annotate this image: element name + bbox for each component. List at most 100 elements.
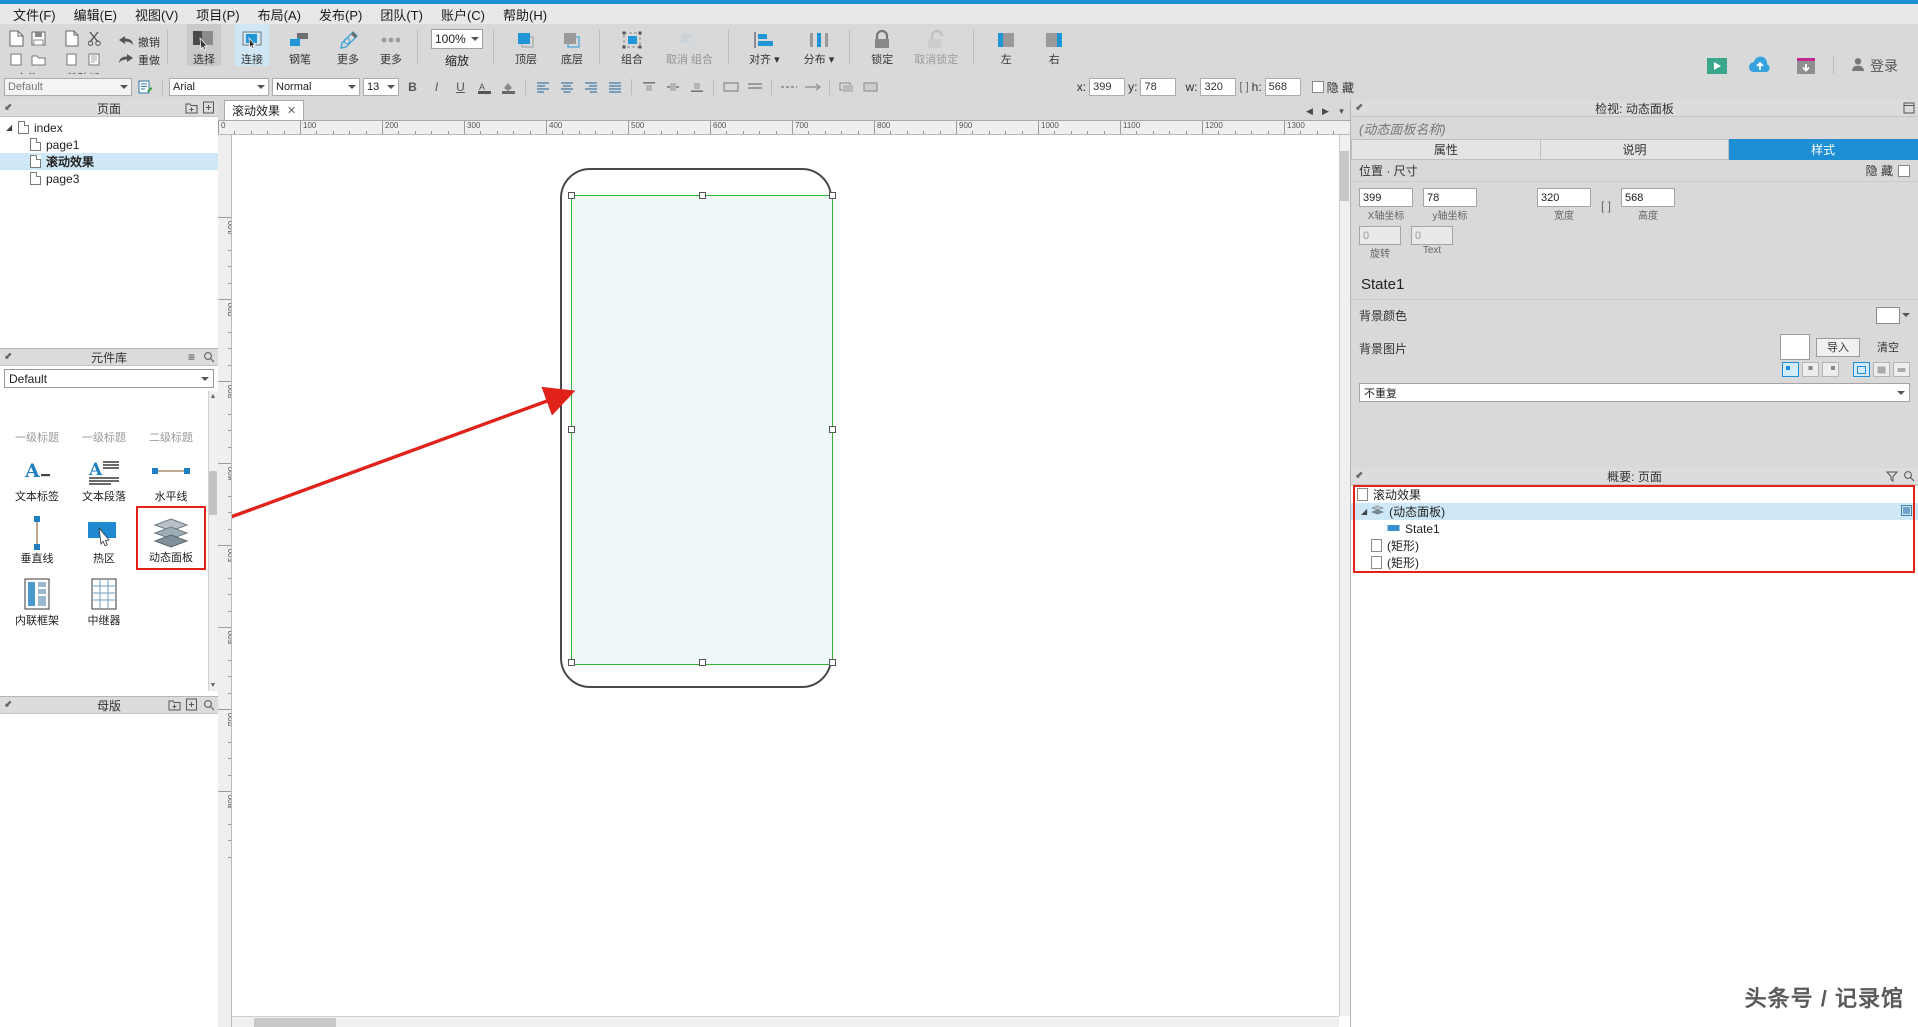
widget-hotspot[interactable]: 热区: [71, 513, 137, 566]
border-color-button[interactable]: [720, 78, 741, 97]
resize-handle-se[interactable]: [829, 659, 836, 666]
design-canvas[interactable]: [232, 135, 1339, 1016]
select-tool-button[interactable]: 选择: [187, 24, 221, 66]
canvas-tab[interactable]: 滚动效果 ✕: [224, 100, 305, 120]
align-button[interactable]: 对齐 ▾: [744, 24, 785, 66]
font-weight-select[interactable]: Normal: [272, 78, 360, 96]
align-top-button[interactable]: [638, 78, 659, 97]
bg-stretch-icon[interactable]: [1893, 362, 1910, 377]
pen-tool-button[interactable]: 钢笔: [283, 24, 317, 66]
background-repeat-select[interactable]: 不重复: [1359, 383, 1910, 402]
add-page-icon[interactable]: [202, 101, 215, 114]
align-center-text-button[interactable]: [556, 78, 577, 97]
import-image-button[interactable]: 导入: [1816, 337, 1860, 357]
widget-dynamic-panel[interactable]: 动态面板: [136, 506, 206, 570]
resize-handle-ne[interactable]: [829, 192, 836, 199]
lock-ratio-icon[interactable]: [ ]: [1239, 81, 1248, 93]
resize-handle-e[interactable]: [829, 426, 836, 433]
inspector-expand-icon[interactable]: [1902, 101, 1915, 114]
resize-handle-w[interactable]: [568, 426, 575, 433]
widget-text-paragraph[interactable]: A 文本段落: [71, 451, 137, 504]
search-icon[interactable]: [202, 350, 215, 363]
collapse-arrow-icon[interactable]: ⬋: [4, 351, 12, 362]
bold-button[interactable]: B: [402, 78, 423, 97]
italic-button[interactable]: I: [426, 78, 447, 97]
font-size-select[interactable]: 13: [363, 78, 399, 96]
align-right-button[interactable]: 右: [1037, 24, 1071, 66]
collapse-arrow-icon[interactable]: ⬋: [1355, 102, 1363, 113]
border-width-button[interactable]: [744, 78, 765, 97]
paste-icon[interactable]: [84, 49, 104, 69]
outline-item-page[interactable]: 滚动效果: [1351, 486, 1918, 503]
menu-view[interactable]: 视图(V): [126, 3, 187, 26]
lock-button[interactable]: 锁定: [865, 24, 899, 66]
close-icon[interactable]: ✕: [287, 104, 296, 117]
widget-repeater[interactable]: 中继器: [71, 575, 137, 628]
opacity-button[interactable]: [860, 78, 881, 97]
align-right-text-button[interactable]: [580, 78, 601, 97]
outline-item-rect-1[interactable]: (矩形): [1351, 537, 1918, 554]
justify-text-button[interactable]: [604, 78, 625, 97]
zoom-select[interactable]: 100%: [431, 29, 483, 49]
menu-help[interactable]: 帮助(H): [494, 3, 556, 26]
ungroup-button[interactable]: 取消 组合: [661, 24, 718, 66]
y-input[interactable]: 78: [1140, 78, 1177, 96]
outline-item-dynamic-panel[interactable]: ◢ (动态面板): [1351, 503, 1918, 520]
group-button[interactable]: 组合: [615, 24, 649, 66]
menu-edit[interactable]: 编辑(E): [65, 3, 126, 26]
add-page-folder-icon[interactable]: [185, 101, 198, 114]
background-image-preview[interactable]: [1780, 334, 1810, 360]
save-icon[interactable]: [28, 28, 48, 48]
collapse-arrow-icon[interactable]: ⬋: [4, 699, 12, 710]
hidden-checkbox[interactable]: [1311, 81, 1324, 93]
canvas-vertical-scrollbar[interactable]: [1339, 135, 1350, 1016]
page-item-page1[interactable]: page1: [0, 136, 218, 153]
tab-style[interactable]: 样式: [1729, 139, 1918, 160]
inspector-ratio-lock-icon[interactable]: [ ]: [1601, 188, 1611, 222]
page-item-page3[interactable]: page3: [0, 170, 218, 187]
align-left-text-button[interactable]: [532, 78, 553, 97]
duplicate-icon[interactable]: [62, 28, 82, 48]
new-file-icon[interactable]: [6, 28, 26, 48]
inspector-y-input[interactable]: 78: [1423, 188, 1477, 207]
resize-handle-n[interactable]: [699, 192, 706, 199]
widget-text-label[interactable]: A 文本标签: [4, 451, 70, 504]
add-master-icon[interactable]: [185, 698, 198, 711]
align-left-button[interactable]: 左: [989, 24, 1023, 66]
inspector-w-input[interactable]: 320: [1537, 188, 1591, 207]
inspector-text-rotate-input[interactable]: 0: [1411, 226, 1453, 245]
chevron-down-icon[interactable]: [1902, 313, 1910, 317]
pen-draw-button[interactable]: 更多: [331, 24, 365, 66]
bg-fit-icon[interactable]: [1853, 362, 1870, 377]
underline-button[interactable]: U: [450, 78, 471, 97]
resize-handle-sw[interactable]: [568, 659, 575, 666]
page-item-index[interactable]: ◢ index: [0, 119, 218, 136]
align-bottom-button[interactable]: [686, 78, 707, 97]
menu-team[interactable]: 团队(T): [371, 3, 432, 26]
inspector-x-input[interactable]: 399: [1359, 188, 1413, 207]
open-folder-icon[interactable]: [28, 49, 48, 69]
add-master-folder-icon[interactable]: [168, 698, 181, 711]
library-menu-icon[interactable]: ≡: [185, 350, 198, 364]
inspector-rotate-input[interactable]: 0: [1359, 226, 1401, 245]
search-icon[interactable]: [202, 698, 215, 711]
menu-publish[interactable]: 发布(P): [310, 3, 371, 26]
collapse-arrow-icon[interactable]: ⬋: [1355, 470, 1363, 481]
cut-scissors-icon[interactable]: [84, 28, 104, 48]
align-middle-button[interactable]: [662, 78, 683, 97]
unlock-button[interactable]: 取消锁定: [909, 24, 963, 66]
widget-horizontal-line[interactable]: 水平线: [138, 451, 204, 504]
library-select[interactable]: Default: [4, 369, 214, 388]
collapse-arrow-icon[interactable]: ⬋: [4, 102, 12, 113]
shadow-button[interactable]: [836, 78, 857, 97]
tab-scroll-left-icon[interactable]: ◀: [1303, 105, 1316, 118]
inspector-h-input[interactable]: 568: [1621, 188, 1676, 207]
fill-color-button[interactable]: [498, 78, 519, 97]
tab-notes[interactable]: 说明: [1540, 139, 1730, 160]
widget-vertical-line[interactable]: 垂直线: [4, 513, 70, 566]
new-file-blank-icon[interactable]: [6, 49, 26, 69]
bg-align-top-right-icon[interactable]: [1822, 362, 1839, 377]
menu-project[interactable]: 项目(P): [187, 3, 248, 26]
library-scrollbar[interactable]: ▲ ▼: [208, 391, 218, 691]
h-input[interactable]: 568: [1264, 78, 1301, 96]
